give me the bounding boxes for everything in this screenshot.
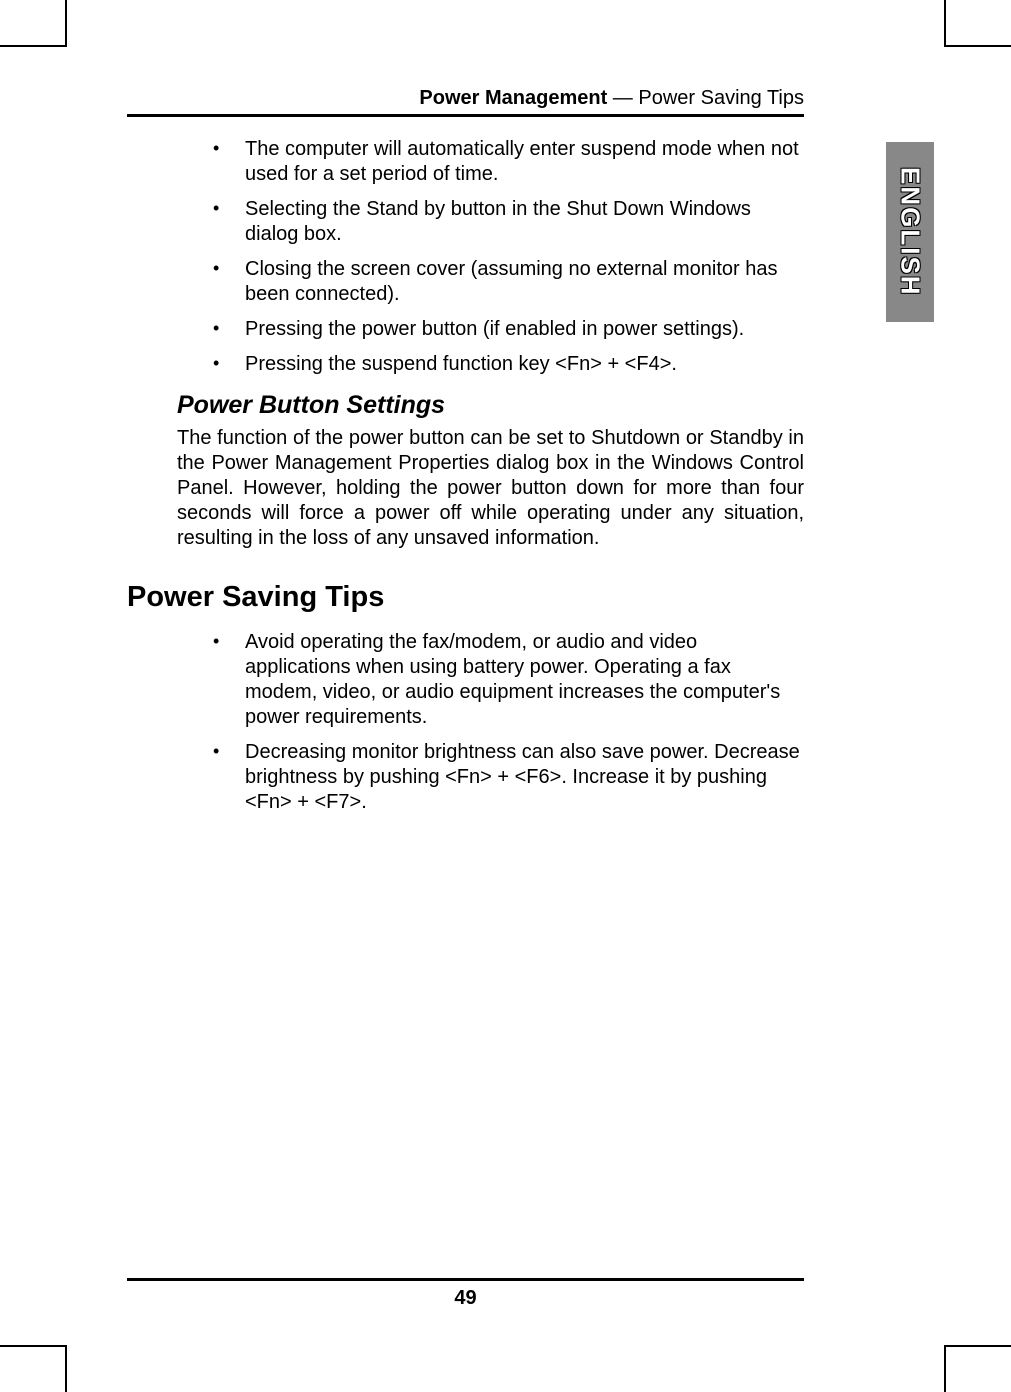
list-item: Closing the screen cover (assuming no ex…: [207, 257, 804, 307]
list-item: Pressing the suspend function key <Fn> +…: [207, 352, 804, 377]
list-item: Decreasing monitor brightness can also s…: [207, 740, 804, 815]
tips-bullet-list: Avoid operating the fax/modem, or audio …: [207, 630, 804, 815]
language-tab-label: ENGLISH: [895, 167, 926, 297]
header-divider: [127, 114, 804, 117]
list-item: Pressing the power button (if enabled in…: [207, 317, 804, 342]
header-section-bold: Power Management: [419, 87, 607, 109]
language-tab: ENGLISH: [886, 142, 934, 322]
power-button-paragraph: The function of the power button can be …: [177, 426, 804, 551]
page-footer: 49: [127, 1278, 804, 1310]
suspend-bullet-list: The computer will automatically enter su…: [207, 137, 804, 377]
power-button-heading: Power Button Settings: [177, 391, 804, 420]
list-item: The computer will automatically enter su…: [207, 137, 804, 187]
page-header: Power Management — Power Saving Tips: [127, 87, 884, 110]
power-saving-tips-heading: Power Saving Tips: [127, 581, 804, 614]
footer-divider: [127, 1278, 804, 1281]
header-section-rest: — Power Saving Tips: [607, 87, 804, 109]
list-item: Avoid operating the fax/modem, or audio …: [207, 630, 804, 730]
list-item: Selecting the Stand by button in the Shu…: [207, 197, 804, 247]
page-number: 49: [127, 1287, 804, 1310]
